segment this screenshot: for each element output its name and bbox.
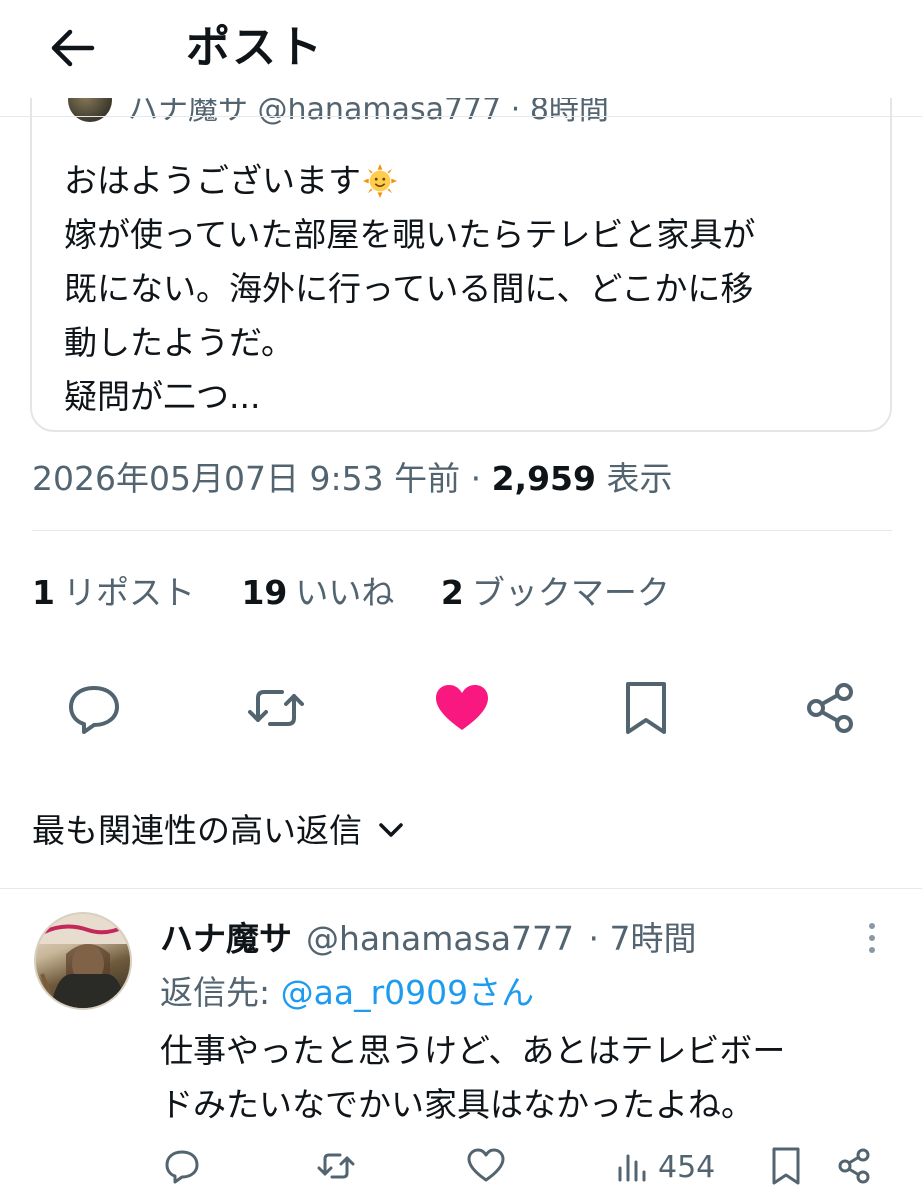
reply-action-bar: 454 bbox=[0, 1146, 922, 1192]
analytics-icon bbox=[618, 1154, 646, 1182]
post-meta: 2026年05月07日 9:53 午前 · 2,959 表示 bbox=[32, 452, 672, 500]
like-count: 19 bbox=[241, 573, 288, 612]
reply-body-line-1: 仕事やったと思うけど、あとはテレビボー bbox=[160, 1031, 786, 1070]
heart-icon bbox=[467, 1148, 505, 1182]
avatar[interactable] bbox=[34, 912, 132, 1010]
bookmark-button[interactable] bbox=[616, 680, 676, 736]
bookmark-stat[interactable]: 2 ブックマーク bbox=[441, 566, 670, 614]
reply-to-line: 返信先: @aa_r0909さん bbox=[160, 966, 534, 1014]
arrow-left-icon bbox=[51, 29, 95, 67]
avatar-image bbox=[36, 914, 130, 1008]
sun-with-face-icon bbox=[363, 164, 397, 198]
reply-to-prefix: 返信先: bbox=[160, 973, 271, 1012]
divider bbox=[0, 888, 922, 889]
reply-views-count: 454 bbox=[658, 1150, 716, 1185]
more-options-button[interactable] bbox=[860, 918, 884, 958]
post-detail-page: ハナ魔サ @hanamasa777 · 8時間 おはようございます 嫁が使ってい… bbox=[0, 0, 922, 1200]
views-count: 2,959 bbox=[491, 459, 596, 498]
divider bbox=[32, 530, 892, 531]
reply-button[interactable] bbox=[64, 680, 124, 736]
reply-like-button[interactable] bbox=[466, 1146, 506, 1190]
reply-repost-button[interactable] bbox=[316, 1146, 356, 1190]
reply-share-button[interactable] bbox=[834, 1146, 874, 1190]
repost-label: リポスト bbox=[62, 573, 195, 612]
reply-icon bbox=[69, 686, 119, 734]
reply-views[interactable]: 454 bbox=[614, 1146, 715, 1190]
like-label: いいね bbox=[295, 573, 395, 612]
reply-timestamp[interactable]: · 7時間 bbox=[589, 919, 697, 958]
quoted-post-line-3: 既にない。海外に行っている間に、どこかに移 bbox=[64, 269, 754, 308]
repost-count: 1 bbox=[32, 573, 55, 612]
quoted-post-line-2: 嫁が使っていた部屋を覗いたらテレビと家具が bbox=[64, 215, 756, 254]
chevron-down-icon bbox=[379, 823, 403, 837]
reply-to-handle-link[interactable]: @aa_r0909さん bbox=[281, 973, 535, 1012]
quoted-post-line-4: 動したようだ。 bbox=[64, 323, 295, 362]
share-button[interactable] bbox=[800, 680, 860, 736]
quoted-post-line-1: おはようございます bbox=[64, 161, 361, 200]
engagement-stats: 1 リポスト 19 いいね 2 ブックマーク bbox=[32, 566, 706, 614]
reply-author-handle[interactable]: @hanamasa777 bbox=[306, 919, 574, 958]
reply-reply-button[interactable] bbox=[162, 1146, 202, 1190]
post-time[interactable]: 9:53 午前 bbox=[309, 459, 460, 498]
meta-separator: · bbox=[470, 459, 482, 498]
share-icon bbox=[838, 1148, 870, 1184]
reply-author-name[interactable]: ハナ魔サ bbox=[160, 919, 292, 958]
reply-sort-label: 最も関連性の高い返信 bbox=[32, 811, 362, 850]
views-label: 表示 bbox=[606, 459, 673, 498]
page-title: ポスト bbox=[186, 22, 324, 73]
reply-header: ハナ魔サ @hanamasa777 · 7時間 bbox=[160, 912, 697, 960]
quoted-post-line-5: 疑問が二つ... bbox=[64, 377, 261, 416]
repost-button[interactable] bbox=[246, 680, 306, 736]
bookmark-count: 2 bbox=[440, 573, 464, 612]
heart-filled-icon bbox=[436, 685, 488, 730]
post-action-bar bbox=[0, 680, 922, 740]
header-divider bbox=[0, 116, 922, 117]
repost-icon bbox=[248, 690, 304, 726]
reply-body-line-2: ドみたいなでかい家具はなかったよね。 bbox=[160, 1085, 754, 1124]
like-button[interactable] bbox=[432, 680, 492, 736]
more-vertical-icon bbox=[869, 923, 875, 953]
reply-icon bbox=[165, 1150, 199, 1184]
repost-stat[interactable]: 1 リポスト bbox=[32, 566, 195, 614]
share-icon bbox=[807, 683, 853, 733]
bookmark-icon bbox=[772, 1147, 800, 1185]
top-header: ポスト bbox=[0, 0, 922, 98]
reply-bookmark-button[interactable] bbox=[766, 1146, 806, 1190]
back-button[interactable] bbox=[48, 26, 96, 70]
repost-icon bbox=[317, 1153, 355, 1179]
quoted-post-body: おはようございます 嫁が使っていた部屋を覗いたらテレビと家具が 既にない。海外に… bbox=[64, 154, 864, 424]
bookmark-label: ブックマーク bbox=[471, 573, 670, 612]
like-stat[interactable]: 19 いいね bbox=[241, 566, 394, 614]
reply-body: 仕事やったと思うけど、あとはテレビボー ドみたいなでかい家具はなかったよね。 bbox=[160, 1024, 880, 1132]
reply-sort-selector[interactable]: 最も関連性の高い返信 bbox=[32, 804, 404, 852]
bookmark-icon bbox=[626, 682, 666, 734]
post-date[interactable]: 2026年05月07日 bbox=[32, 459, 299, 498]
